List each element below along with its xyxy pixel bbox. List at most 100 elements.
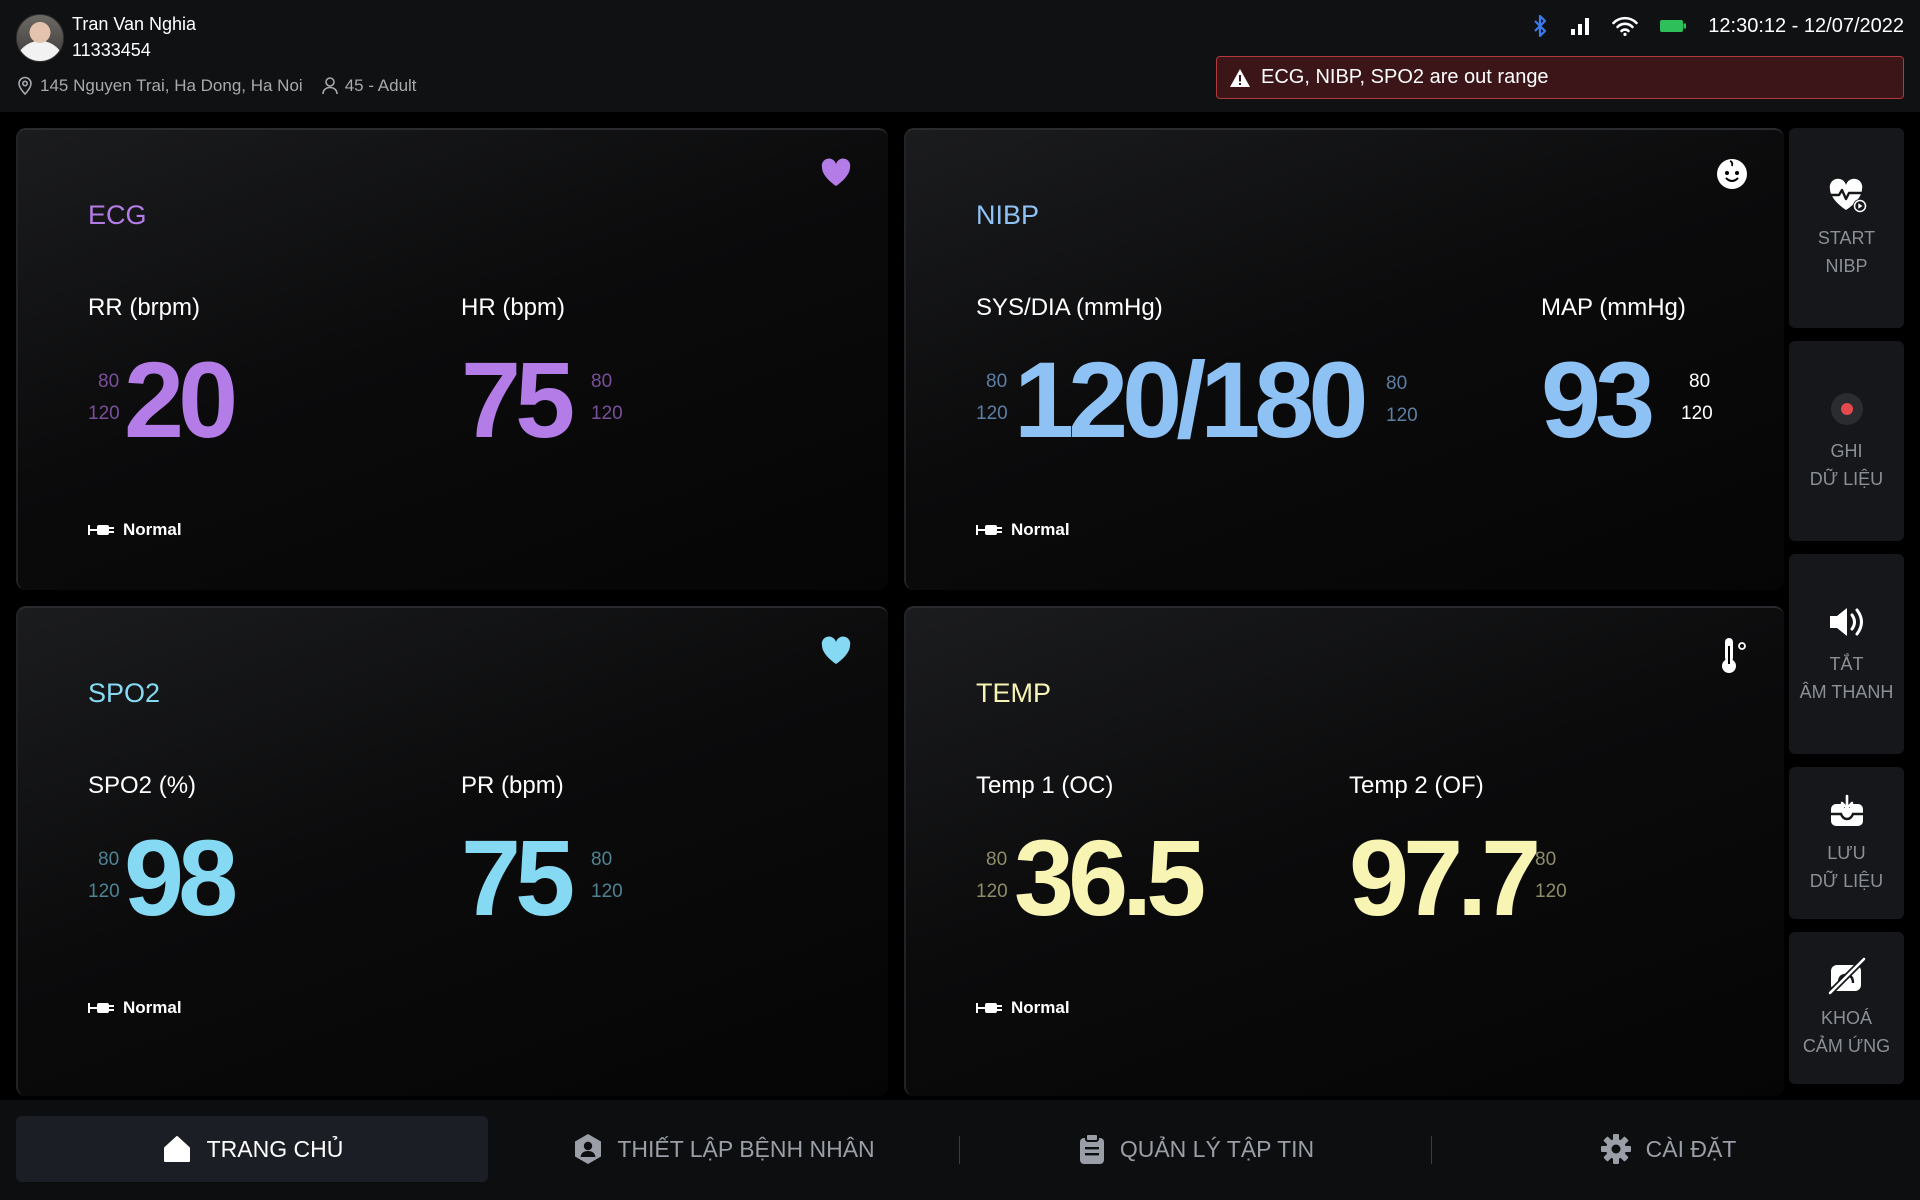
button-label-line1: TẮT — [1829, 654, 1864, 674]
gear-icon — [1600, 1134, 1631, 1164]
nav-home[interactable]: TRANG CHỦ — [16, 1116, 488, 1182]
record-icon — [1829, 389, 1865, 429]
status-normal: Normal — [88, 520, 182, 540]
metric-value: 98 — [124, 817, 238, 938]
heart-icon — [820, 158, 852, 193]
plug-icon — [976, 525, 1002, 535]
nav-file-manager[interactable]: QUẢN LÝ TẬP TIN — [960, 1116, 1432, 1182]
rr-metric: RR (brpm) 80 120 20 — [88, 294, 238, 454]
clipboard-icon — [1079, 1133, 1104, 1164]
high-limit: 120 — [591, 403, 623, 424]
bottom-navigation: TRANG CHỦ THIẾT LẬP BỆNH NHÂN QUẢN LÝ TẬ… — [0, 1100, 1920, 1200]
status-text: Normal — [123, 520, 182, 539]
heart-monitor-play-icon — [1827, 176, 1867, 216]
nav-label: QUẢN LÝ TẬP TIN — [1119, 1135, 1315, 1162]
hr-metric: HR (bpm) 75 80 120 — [461, 294, 623, 454]
metric-label: Temp 1 (OC) — [976, 772, 1114, 799]
plug-icon — [88, 1003, 114, 1013]
panel-title: SPO2 — [88, 678, 161, 708]
panel-title: TEMP — [976, 678, 1052, 708]
button-label-line1: KHOÁ — [1820, 1008, 1872, 1028]
record-data-button[interactable]: GHI DỮ LIỆU — [1789, 341, 1904, 541]
patient-name: Tran Van Nghia — [72, 14, 197, 34]
button-label-line1: START — [1817, 228, 1876, 248]
metric-label: RR (brpm) — [88, 294, 200, 321]
low-limit: 80 — [591, 371, 613, 392]
thermometer-icon — [1718, 636, 1748, 681]
low-limit: 80 — [591, 849, 613, 870]
patient-id: 11333454 — [72, 40, 151, 60]
panel-title: NIBP — [976, 200, 1040, 230]
low-limit: 80 — [98, 371, 120, 392]
nibp-panel[interactable]: NIBP SYS/DIA (mmHg) 80 120 120/180 80 12… — [904, 128, 1784, 590]
ecg-panel[interactable]: ECG RR (brpm) 80 120 20 HR (bpm) 75 80 1… — [16, 128, 888, 590]
save-tray-icon — [1828, 791, 1866, 831]
button-label-line2: NIBP — [1825, 256, 1868, 276]
lock-touch-button[interactable]: KHOÁ CẢM ỨNG — [1789, 932, 1904, 1084]
nav-patient-setup[interactable]: THIẾT LẬP BỆNH NHÂN — [488, 1116, 960, 1182]
nav-label: TRANG CHỦ — [206, 1135, 344, 1162]
high-limit: 120 — [1535, 881, 1567, 902]
status-text: Normal — [1011, 998, 1070, 1017]
start-nibp-button[interactable]: START NIBP — [1789, 128, 1904, 328]
status-bar: 12:30:12 - 12/07/2022 — [1510, 12, 1904, 40]
avatar[interactable] — [16, 14, 64, 62]
metric-value: 97.7 — [1349, 817, 1541, 938]
status-normal: Normal — [88, 998, 182, 1018]
spo2-panel[interactable]: SPO2 SPO2 (%) 80 120 98 PR (bpm) 75 80 1… — [16, 606, 888, 1096]
low-limit: 80 — [98, 849, 120, 870]
low-limit: 80 — [1535, 849, 1557, 870]
alert-text: ECG, NIBP, SPO2 are out range — [1261, 66, 1549, 88]
plug-icon — [88, 525, 114, 535]
nav-settings[interactable]: CÀI ĐẶT — [1432, 1116, 1904, 1182]
speaker-icon — [1827, 602, 1867, 642]
plug-icon — [976, 1003, 1002, 1013]
metric-label: Temp 2 (OF) — [1349, 772, 1484, 799]
clock: 12:30:12 - 12/07/2022 — [1708, 14, 1904, 37]
high-limit: 120 — [88, 881, 120, 902]
status-normal: Normal — [976, 520, 1070, 540]
save-data-button[interactable]: LƯU DỮ LIỆU — [1789, 767, 1904, 919]
alert-banner[interactable]: ECG, NIBP, SPO2 are out range — [1216, 56, 1904, 99]
status-normal: Normal — [976, 998, 1070, 1018]
top-bar: Tran Van Nghia 11333454 145 Nguyen Trai,… — [0, 0, 1920, 112]
metric-value: 75 — [461, 817, 575, 938]
metric-label: SPO2 (%) — [88, 772, 197, 799]
high-limit: 120 — [976, 403, 1008, 424]
metric-value: 20 — [124, 339, 238, 460]
mute-sound-button[interactable]: TẮT ÂM THANH — [1789, 554, 1904, 754]
patient-icon — [575, 1134, 602, 1164]
patient-address: 145 Nguyen Trai, Ha Dong, Ha Noi — [40, 76, 303, 95]
person-icon — [321, 77, 338, 95]
nav-label: CÀI ĐẶT — [1645, 1135, 1737, 1162]
location-pin-icon — [18, 76, 32, 96]
home-icon — [163, 1136, 190, 1162]
metric-label: SYS/DIA (mmHg) — [976, 294, 1163, 321]
heart-icon — [820, 636, 852, 671]
button-label-line2: DỮ LIỆU — [1809, 469, 1884, 489]
temp-panel[interactable]: TEMP Temp 1 (OC) 80 120 36.5 Temp 2 (OF)… — [904, 606, 1784, 1096]
metric-label: MAP (mmHg) — [1541, 294, 1686, 321]
button-label-line2: CẢM ỨNG — [1802, 1036, 1891, 1056]
panel-title: ECG — [88, 200, 147, 230]
nav-label: THIẾT LẬP BỆNH NHÂN — [617, 1135, 875, 1162]
sys-dia-metric: SYS/DIA (mmHg) 80 120 120/180 80 120 — [976, 294, 1418, 454]
metric-value: 120/180 — [1014, 339, 1368, 460]
wifi-icon — [1612, 16, 1639, 36]
low-limit: 80 — [986, 371, 1008, 392]
high-limit-2: 120 — [1386, 405, 1418, 426]
high-limit: 120 — [88, 403, 120, 424]
spo2-metric: SPO2 (%) 80 120 98 — [88, 772, 238, 932]
high-limit: 120 — [976, 881, 1008, 902]
temp2-metric: Temp 2 (OF) 97.7 80 120 — [1349, 772, 1567, 932]
button-label-line1: LƯU — [1827, 843, 1866, 863]
low-limit-2: 80 — [1386, 373, 1408, 394]
status-text: Normal — [1011, 520, 1070, 539]
signal-icon — [1570, 16, 1590, 36]
high-limit: 120 — [1681, 403, 1713, 424]
metric-label: HR (bpm) — [461, 294, 566, 321]
patient-age-group: 45 - Adult — [344, 76, 417, 95]
button-label-line1: GHI — [1830, 441, 1863, 461]
button-label-line2: ÂM THANH — [1799, 682, 1894, 702]
pr-metric: PR (bpm) 75 80 120 — [461, 772, 623, 932]
